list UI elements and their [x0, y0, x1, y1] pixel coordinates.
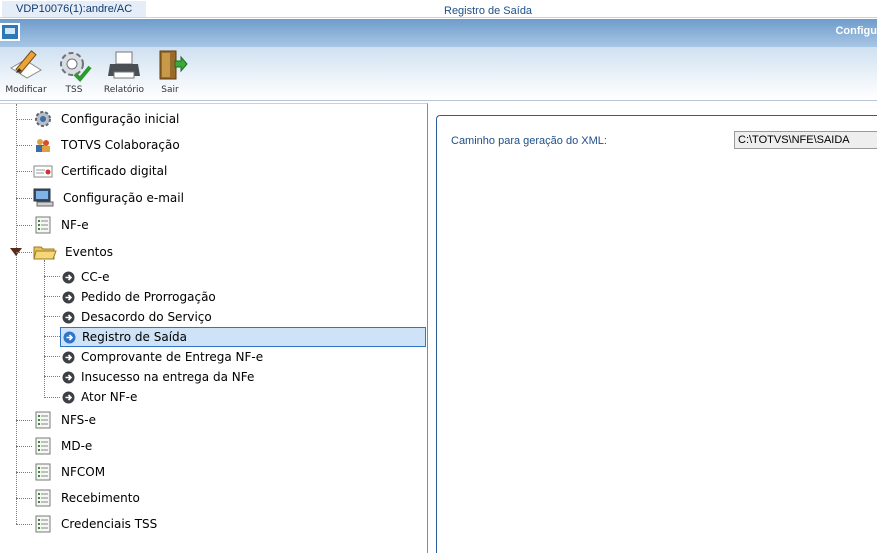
folder-icon [33, 242, 57, 262]
tree-item-label: Recebimento [61, 491, 140, 505]
tree-child-insucesso-entrega[interactable]: Insucesso na entrega da NFe [62, 367, 254, 387]
tree-item-label: NF-e [61, 218, 89, 232]
tree-connector [44, 356, 60, 357]
arrow-circle-icon [62, 271, 75, 283]
tree-item-certificado-digital[interactable]: Certificado digital [33, 161, 167, 181]
tree-connector [16, 252, 32, 253]
tree-root-line [16, 104, 17, 524]
exit-door-icon [159, 50, 188, 80]
arrow-circle-icon [62, 351, 75, 363]
tree-connector [16, 119, 32, 120]
tree-item-totvs-colaboracao[interactable]: TOTVS Colaboração [33, 135, 180, 155]
toolbar: Modificar TSS Relatório Sair [0, 47, 877, 101]
tss-button[interactable]: TSS [48, 47, 100, 101]
relatorio-label: Relatório [103, 85, 145, 95]
tree-item-label: MD-e [61, 439, 93, 453]
tree-child-pedido-prorrogacao[interactable]: Pedido de Prorrogação [62, 287, 216, 307]
document-list-icon [33, 488, 53, 508]
document-list-icon [33, 436, 53, 456]
tree-item-mde[interactable]: MD-e [33, 436, 92, 456]
tree-connector [16, 446, 32, 447]
tree-connector [44, 376, 60, 377]
monitor-icon[interactable] [0, 23, 20, 41]
sair-button[interactable]: Sair [144, 47, 196, 101]
tree-item-label: TOTVS Colaboração [61, 138, 180, 152]
tree-item-credenciais-tss[interactable]: Credenciais TSS [33, 514, 157, 534]
navigation-tree: Configuração inicial TOTVS Colaboração C… [0, 103, 428, 553]
app-window: VDP10076(1):andre/AC Configu Modificar T… [0, 0, 877, 553]
certificate-icon [33, 161, 53, 181]
tree-item-configuracao-inicial[interactable]: Configuração inicial [33, 109, 179, 129]
group-top-border [600, 115, 877, 116]
tree-child-label: CC-e [81, 270, 110, 284]
tree-item-recebimento[interactable]: Recebimento [33, 488, 140, 508]
tree-child-ator-nfe[interactable]: Ator NF-e [62, 387, 137, 407]
tree-connector [16, 145, 32, 146]
people-icon [33, 135, 53, 155]
tree-connector [16, 225, 32, 226]
tree-child-comprovante-entrega[interactable]: Comprovante de Entrega NF-e [62, 347, 263, 367]
tree-connector [44, 397, 60, 398]
pencil-paper-icon [10, 50, 42, 79]
tree-connector [16, 472, 32, 473]
tree-child-label: Comprovante de Entrega NF-e [81, 350, 264, 364]
tree-child-label: Insucesso na entrega da NFe [81, 370, 255, 384]
group-title: Registro de Saída [440, 5, 539, 17]
tree-connector [44, 296, 60, 297]
tree-child-desacordo-servico[interactable]: Desacordo do Serviço [62, 307, 212, 327]
tree-item-nfse[interactable]: NFS-e [33, 410, 96, 430]
caminho-xml-field[interactable]: C:\TOTVS\NFE\SAIDA [734, 131, 877, 149]
window-title: Configu [835, 25, 877, 37]
arrow-circle-icon [62, 391, 75, 403]
tree-item-label: Credenciais TSS [61, 517, 158, 531]
tree-child-label: Registro de Saída [82, 330, 188, 344]
document-list-icon [33, 514, 53, 534]
document-list-icon [33, 215, 53, 235]
tree-child-label: Ator NF-e [81, 390, 138, 404]
tree-connector [44, 336, 60, 337]
tree-connector [16, 498, 32, 499]
tree-item-nfcom[interactable]: NFCOM [33, 462, 105, 482]
tree-item-configuracao-email[interactable]: Configuração e-mail [33, 188, 184, 208]
sair-label: Sair [161, 85, 179, 95]
tree-item-label: Eventos [65, 245, 113, 259]
tree-item-label: Configuração e-mail [63, 191, 184, 205]
document-list-icon [33, 462, 53, 482]
tree-item-label: Certificado digital [61, 164, 168, 178]
printer-icon [108, 51, 140, 79]
tss-label: TSS [65, 85, 83, 95]
tree-item-label: NFS-e [61, 413, 96, 427]
tree-child-label: Desacordo do Serviço [81, 310, 212, 324]
arrow-circle-icon [63, 331, 76, 343]
tree-eventos-line [44, 260, 45, 398]
modificar-label: Modificar [5, 85, 47, 95]
tree-item-eventos[interactable]: Eventos [33, 242, 113, 262]
arrow-circle-icon [62, 371, 75, 383]
tree-child-registro-saida[interactable]: Registro de Saída [60, 327, 426, 347]
computer-email-icon [33, 188, 55, 208]
tree-connector [16, 171, 32, 172]
tree-child-label: Pedido de Prorrogação [81, 290, 216, 304]
document-list-icon [33, 410, 53, 430]
tree-item-nfe[interactable]: NF-e [33, 215, 89, 235]
tree-connector [44, 276, 60, 277]
detail-panel [429, 103, 877, 553]
tree-item-label: NFCOM [61, 465, 106, 479]
tree-child-cc-e[interactable]: CC-e [62, 267, 109, 287]
tree-connector [16, 198, 32, 199]
tree-item-label: Configuração inicial [61, 112, 180, 126]
relatorio-button[interactable]: Relatório [98, 47, 150, 101]
session-tab[interactable]: VDP10076(1):andre/AC [2, 1, 147, 17]
arrow-circle-icon [62, 291, 75, 303]
tree-connector [16, 524, 32, 525]
registro-saida-group [436, 115, 877, 553]
arrow-circle-icon [62, 311, 75, 323]
gear-icon [33, 109, 53, 129]
title-bar: Configu [0, 19, 877, 47]
caminho-xml-label: Caminho para geração do XML: [451, 135, 607, 147]
tree-connector [44, 316, 60, 317]
modificar-button[interactable]: Modificar [0, 47, 52, 101]
tree-connector [16, 420, 32, 421]
gear-check-icon [60, 52, 92, 82]
